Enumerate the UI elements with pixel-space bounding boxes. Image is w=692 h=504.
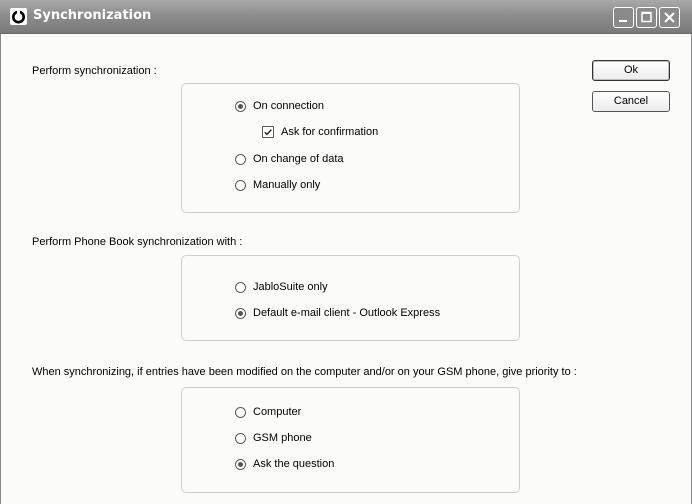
option-label: Manually only <box>253 179 321 191</box>
option-label: Computer <box>253 406 302 418</box>
phonebook-option-default-email[interactable]: Default e-mail client - Outlook Express <box>235 305 440 321</box>
option-label: On connection <box>253 100 324 112</box>
close-button[interactable] <box>659 7 680 28</box>
sync-option-manually[interactable]: Manually only <box>235 177 320 193</box>
radio-button[interactable] <box>235 153 246 165</box>
option-label: GSM phone <box>253 432 312 444</box>
radio-button[interactable] <box>235 406 246 418</box>
priority-section-label: When synchronizing, if entries have been… <box>32 366 577 378</box>
radio-button[interactable] <box>235 432 246 444</box>
ok-button[interactable]: Ok <box>592 60 670 81</box>
maximize-button[interactable] <box>636 7 657 28</box>
window-title: Synchronization <box>33 8 152 23</box>
radio-button[interactable] <box>235 458 246 470</box>
sync-options-group <box>181 83 520 213</box>
phonebook-options-group <box>181 255 520 341</box>
phonebook-section-label: Perform Phone Book synchronization with … <box>32 236 243 248</box>
sync-option-on-connection[interactable]: On connection <box>235 98 324 114</box>
app-icon <box>10 8 27 25</box>
priority-option-gsm-phone[interactable]: GSM phone <box>235 430 312 446</box>
priority-options-group <box>181 387 520 493</box>
phonebook-option-jablosuite[interactable]: JabloSuite only <box>235 279 328 295</box>
sync-section-label: Perform synchronization : <box>32 65 157 77</box>
title-bar[interactable]: Synchronization <box>0 0 692 34</box>
checkbox[interactable] <box>262 126 274 138</box>
sync-option-on-change[interactable]: On change of data <box>235 151 344 167</box>
radio-button[interactable] <box>235 179 246 191</box>
radio-button[interactable] <box>235 100 246 112</box>
minimize-button[interactable] <box>613 7 634 28</box>
option-label: Ask the question <box>253 458 335 470</box>
radio-button[interactable] <box>235 307 246 319</box>
option-label: On change of data <box>253 153 344 165</box>
radio-button[interactable] <box>235 281 246 293</box>
cancel-button[interactable]: Cancel <box>592 91 670 112</box>
option-label: Default e-mail client - Outlook Express <box>253 307 441 319</box>
priority-option-ask-question[interactable]: Ask the question <box>235 456 334 472</box>
option-label: JabloSuite only <box>253 281 328 293</box>
ask-confirmation-checkbox[interactable]: Ask for confirmation <box>262 124 378 140</box>
synchronization-window: Synchronization Perform synchronization … <box>0 0 692 504</box>
priority-option-computer[interactable]: Computer <box>235 404 301 420</box>
checkbox-label: Ask for confirmation <box>281 126 379 138</box>
